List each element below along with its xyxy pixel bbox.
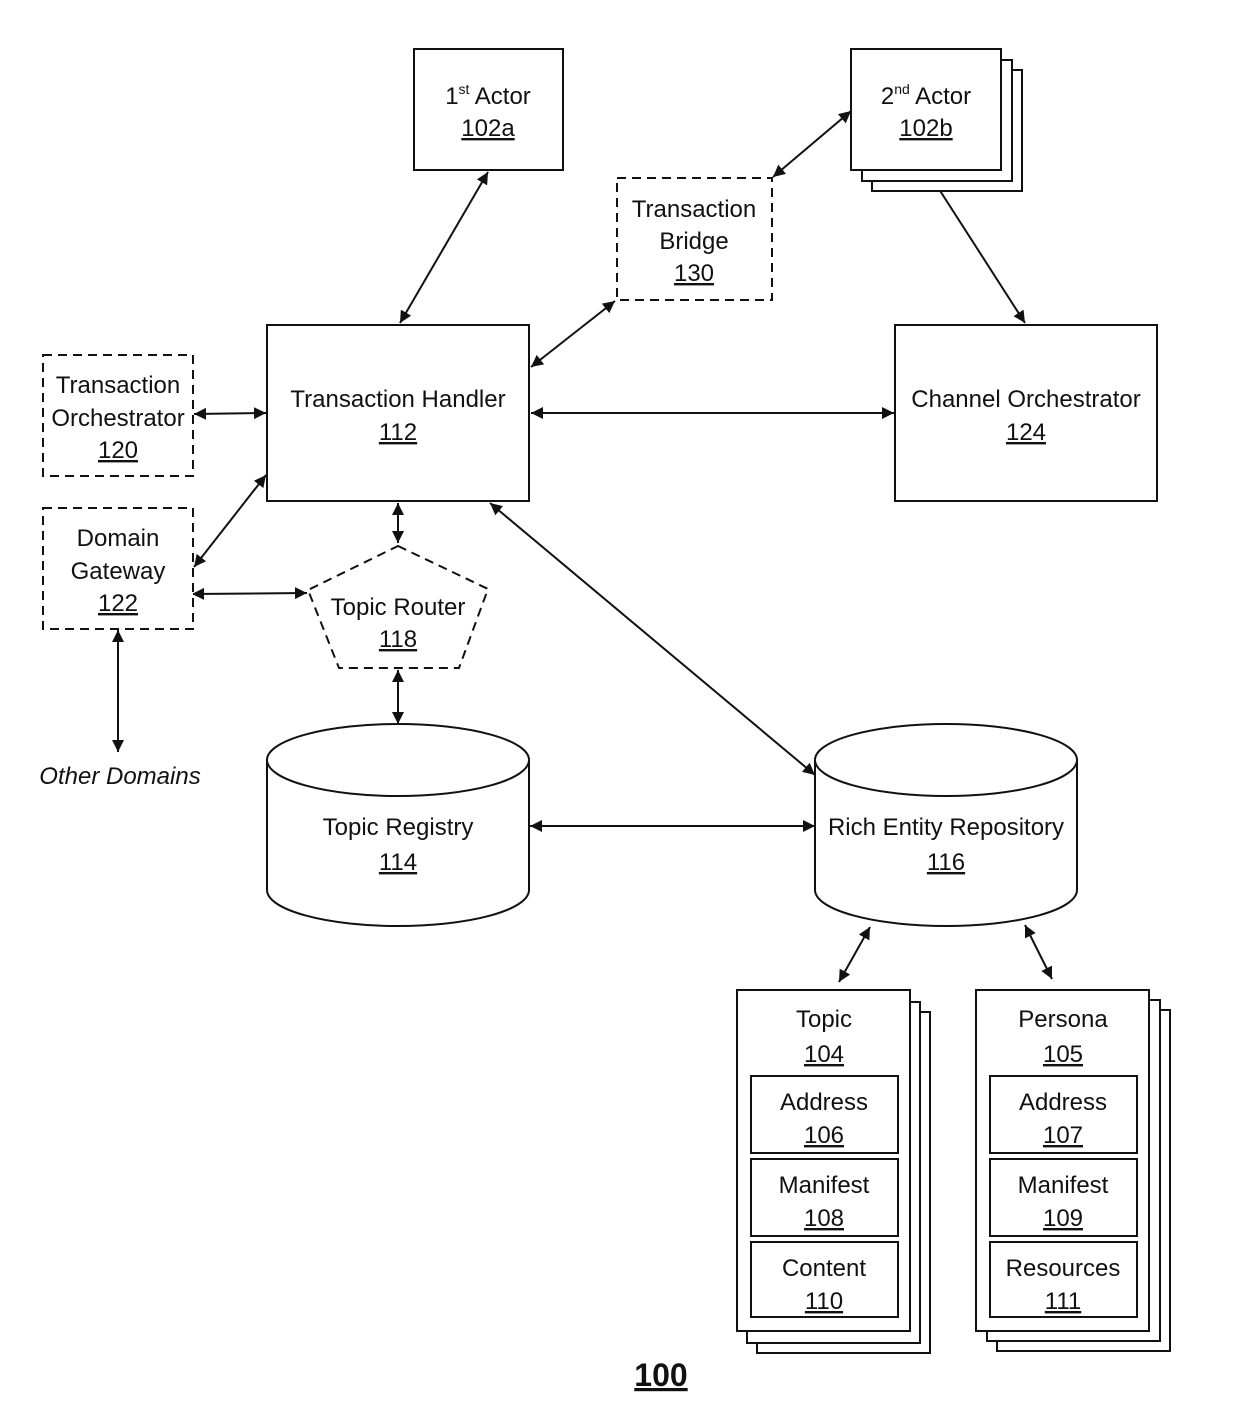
rich-entity-repository-cylinder: Rich Entity Repository 116 [814,723,1078,927]
topic-title: Topic [796,1006,852,1033]
topic-router-pentagon: Topic Router 118 [306,544,490,669]
first-actor-box: 1st Actor 102a [413,48,564,171]
topic-router-label: Topic Router [331,594,466,621]
persona-part-ref: 111 [1045,1288,1081,1315]
transaction-bridge-ref: 130 [674,260,714,287]
persona-part-ref: 107 [1043,1122,1083,1149]
topic-part-ref: 110 [805,1288,843,1315]
transaction-handler-box: Transaction Handler 112 [266,324,530,502]
first-actor-label: 1st Actor [445,81,531,110]
transaction-handler-label: Transaction Handler [290,386,505,413]
transaction-bridge-line2: Bridge [659,228,728,255]
topic-card-stack: Topic 104 Address 106 Manifest 108 Conte… [736,989,931,1354]
persona-title: Persona [1018,1006,1108,1033]
first-actor-ref: 102a [461,115,515,142]
system-diagram: 1st Actor 102a 2nd Actor 102b Transactio… [39,48,1171,1393]
arrow-handler-actor1 [399,171,489,324]
channel-orchestrator-ref: 124 [1006,419,1046,446]
transaction-orchestrator-line2: Orchestrator [51,405,184,432]
topic-part-ref: 106 [804,1122,844,1149]
persona-part-resources: Resources 111 [989,1241,1138,1318]
second-actor-stack: 2nd Actor 102b [850,48,1023,192]
transaction-orchestrator-box: Transaction Orchestrator 120 [42,354,194,477]
persona-part-label: Manifest [1018,1172,1109,1199]
topic-registry-label: Topic Registry [323,814,474,841]
persona-part-address: Address 107 [989,1075,1138,1154]
transaction-orchestrator-line1: Transaction [56,372,181,399]
topic-part-label: Address [780,1089,868,1116]
topic-part-label: Manifest [779,1172,870,1199]
persona-part-label: Address [1019,1089,1107,1116]
topic-router-ref: 118 [379,626,417,653]
second-actor-ref: 102b [899,115,952,142]
arrow-gateway-router [191,587,308,600]
topic-part-content: Content 110 [750,1241,899,1318]
topic-registry-cylinder: Topic Registry 114 [266,723,530,927]
transaction-handler-ref: 112 [379,419,417,446]
other-domains-label: Other Domains [39,763,200,790]
arrow-orchestrator-handler [193,407,267,420]
topic-part-address: Address 106 [750,1075,899,1154]
channel-orchestrator-label: Channel Orchestrator [911,386,1140,413]
transaction-orchestrator-ref: 120 [98,437,138,464]
persona-part-manifest: Manifest 109 [989,1158,1138,1237]
persona-ref: 105 [1043,1041,1083,1068]
topic-registry-ref: 114 [379,849,417,876]
arrow-repository-persona [1024,924,1053,980]
arrow-actor2-channel [927,171,1026,324]
domain-gateway-box: Domain Gateway 122 [42,507,194,630]
rich-entity-repository-ref: 116 [927,849,965,876]
persona-part-ref: 109 [1043,1205,1083,1232]
transaction-bridge-box: Transaction Bridge 130 [616,177,773,301]
arrow-gateway-handler [193,474,267,568]
arrow-handler-bridge [530,300,616,368]
figure-number: 100 [634,1357,687,1393]
transaction-bridge-line1: Transaction [632,196,757,223]
domain-gateway-line1: Domain [77,525,160,552]
rich-entity-repository-label: Rich Entity Repository [828,814,1064,841]
topic-ref: 104 [804,1041,844,1068]
arrow-handler-repository [489,502,816,776]
domain-gateway-ref: 122 [98,590,138,617]
topic-part-ref: 108 [804,1205,844,1232]
channel-orchestrator-box: Channel Orchestrator 124 [894,324,1158,502]
topic-part-manifest: Manifest 108 [750,1158,899,1237]
arrow-repository-topic [838,926,871,983]
domain-gateway-line2: Gateway [71,558,166,585]
persona-card-stack: Persona 105 Address 107 Manifest 109 Res… [975,989,1171,1352]
topic-part-label: Content [782,1255,866,1282]
persona-part-label: Resources [1006,1255,1121,1282]
arrow-bridge-actor2 [772,110,852,178]
